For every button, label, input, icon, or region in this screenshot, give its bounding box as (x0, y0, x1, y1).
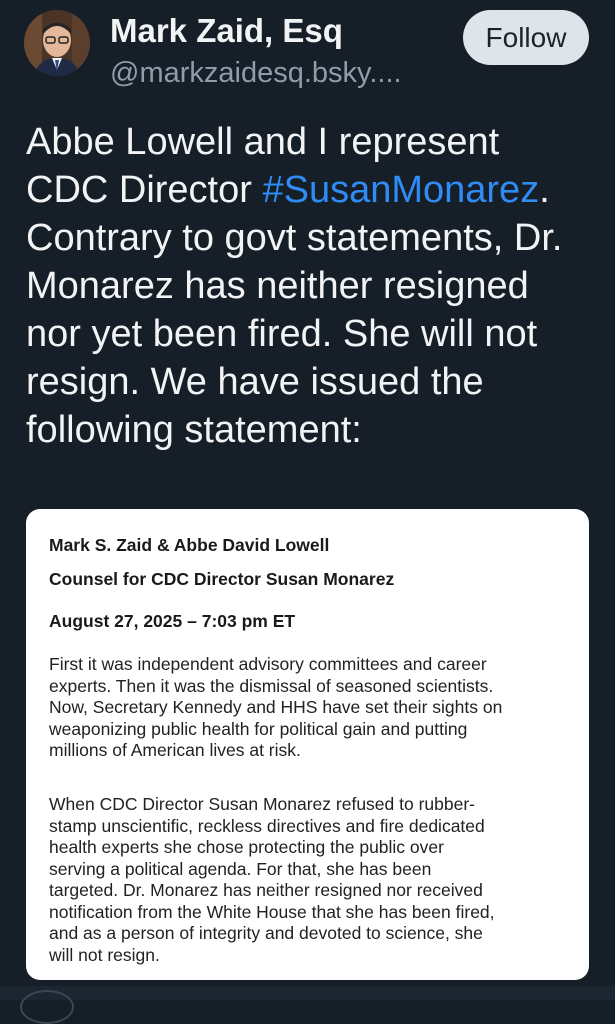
post-text-segment: Monarez has neither resigned (26, 265, 529, 307)
post-text-line: following statement: (26, 406, 601, 454)
statement-image[interactable]: Mark S. Zaid & Abbe David Lowell Counsel… (26, 509, 589, 980)
statement-line: experts. Then it was the dismissal of se… (49, 675, 494, 696)
statement-paragraph-2: When CDC Director Susan Monarez refused … (49, 794, 574, 966)
avatar-photo-icon (24, 10, 90, 76)
post-text-segment: Abbe Lowell and I represent (26, 121, 500, 163)
hashtag-link[interactable]: #SusanMonarez (262, 169, 539, 211)
post-text-line: resign. We have issued the (26, 358, 601, 406)
next-avatar-edge (20, 990, 74, 1024)
post-text-segment: CDC Director (26, 169, 263, 211)
post-text-line: Abbe Lowell and I represent (26, 118, 601, 166)
display-name[interactable]: Mark Zaid, Esq (110, 12, 343, 50)
post-text-line: Contrary to govt statements, Dr. (26, 214, 601, 262)
post-text-line: CDC Director #SusanMonarez. (26, 166, 601, 214)
statement-line: When CDC Director Susan Monarez refused … (49, 794, 476, 814)
statement-line: serving a political agenda. For that, sh… (49, 858, 432, 879)
statement-line: Now, Secretary Kennedy and HHS have set … (49, 697, 503, 717)
statement-line: notification from the White House that s… (49, 901, 495, 922)
user-handle[interactable]: @markzaidesq.bsky.... (110, 57, 402, 90)
statement-line: health experts she chose protecting the … (49, 837, 444, 857)
post-header: Mark Zaid, Esq @markzaidesq.bsky.... Fol… (0, 0, 615, 100)
post-text-line: Monarez has neither resigned (26, 262, 601, 310)
post-text: Abbe Lowell and I represent CDC Director … (26, 118, 601, 454)
post-text-line: nor yet been fired. She will not (26, 310, 601, 358)
avatar[interactable] (24, 10, 90, 76)
statement-authors: Mark S. Zaid & Abbe David Lowell (49, 535, 330, 555)
statement-line: weaponizing public health for political … (49, 718, 468, 739)
statement-line: will not resign. (49, 944, 160, 965)
post-text-segment: following statement: (26, 409, 362, 451)
post-text-segment: Contrary to govt statements, Dr. (26, 217, 563, 259)
statement-line: stamp unscientific, reckless directives … (49, 815, 485, 836)
statement-line: millions of American lives at risk. (49, 740, 301, 760)
statement-line: First it was independent advisory commit… (49, 654, 487, 674)
statement-role: Counsel for CDC Director Susan Monarez (49, 569, 395, 589)
statement-line: targeted. Dr. Monarez has neither resign… (49, 880, 483, 900)
post-text-segment: . (539, 169, 550, 211)
follow-button[interactable]: Follow (463, 10, 589, 65)
post-text-segment: resign. We have issued the (26, 361, 484, 403)
statement-paragraph-1: First it was independent advisory commit… (49, 654, 574, 762)
statement-line: and as a person of integrity and devoted… (49, 923, 483, 943)
next-post-edge (0, 986, 615, 1024)
post-text-segment: nor yet been fired. She will not (26, 313, 538, 355)
statement-date: August 27, 2025 – 7:03 pm ET (49, 611, 296, 631)
